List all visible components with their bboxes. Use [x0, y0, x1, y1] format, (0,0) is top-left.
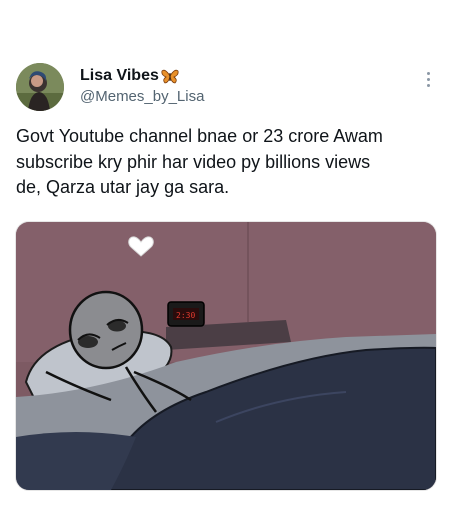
tweet-text: Govt Youtube channel bnae or 23 crore Aw… [16, 126, 383, 197]
author-avatar[interactable] [16, 63, 64, 111]
author-name-row: Lisa Vibes [80, 67, 179, 85]
avatar-photo-icon [16, 63, 64, 111]
author-display-name[interactable]: Lisa Vibes [80, 67, 159, 85]
more-options-icon[interactable] [424, 72, 432, 92]
tweet-media-image[interactable]: 2:30 [15, 221, 437, 491]
meme-illustration: 2:30 [16, 222, 436, 490]
svg-text:2:30: 2:30 [176, 311, 195, 320]
alarm-clock-icon: 2:30 [167, 301, 205, 327]
butterfly-icon [161, 68, 179, 84]
author-handle[interactable]: @Memes_by_Lisa [80, 88, 204, 105]
tweet-card[interactable]: Lisa Vibes @Memes_by_Lisa Govt Youtube c… [0, 0, 450, 517]
